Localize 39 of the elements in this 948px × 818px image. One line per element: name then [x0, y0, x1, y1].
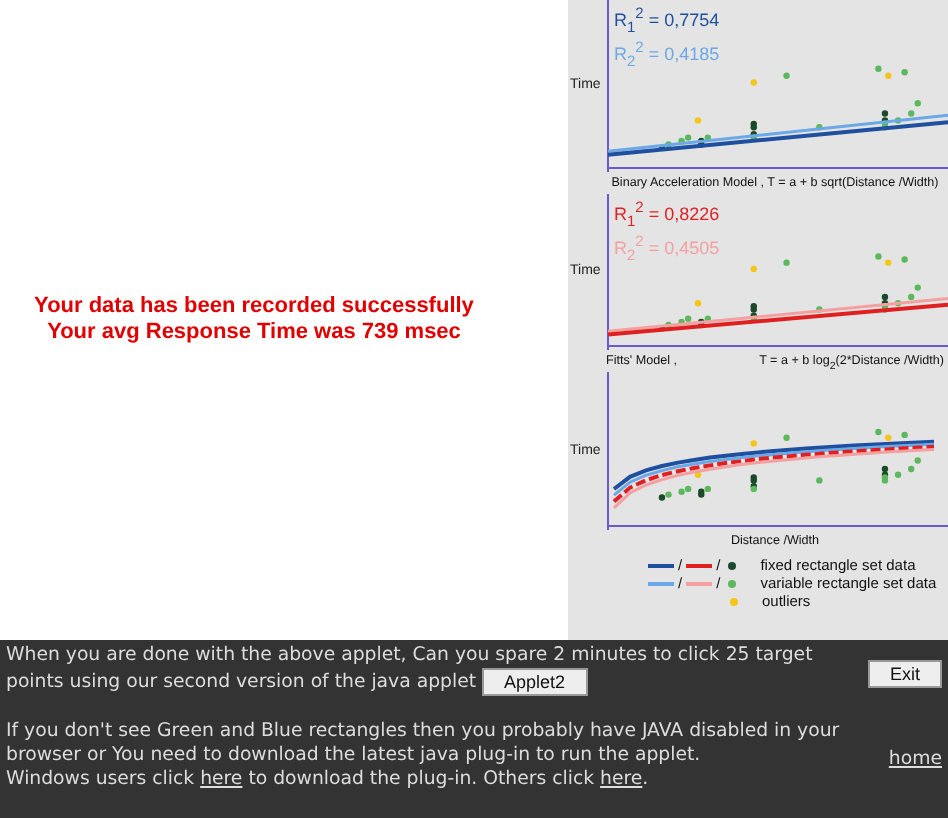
r-squared-label: R$_{2}$$^{2}$ = 0,4185: [614, 37, 720, 72]
exit-button[interactable]: Exit: [867, 660, 942, 688]
home-link[interactable]: home: [888, 748, 942, 772]
download-link[interactable]: here: [600, 768, 643, 790]
data-point: [914, 100, 921, 107]
r-squared-label: R$_{2}$$^{2}$ = 0,4505: [614, 231, 720, 266]
data-point: [894, 117, 902, 124]
data-point: [816, 477, 823, 484]
data-point: [885, 72, 892, 79]
data-point: [885, 259, 892, 266]
data-point: [875, 253, 882, 260]
status-message: Your avg Response Time was 739 msec: [47, 320, 461, 346]
data-point: [894, 471, 902, 478]
data-point: [750, 79, 757, 86]
applet2-button[interactable]: Applet2: [482, 668, 588, 696]
r-squared-label: R$_{1}$$^{2}$ = 0,8226: [614, 198, 720, 232]
data-point: [901, 431, 908, 439]
data-point: [694, 117, 702, 124]
data-point: [816, 124, 823, 131]
data-point: [750, 440, 757, 447]
applet-prompt: When you are done with the above applet, Can you spare 2 minutes to click 25 target points using our second version of the java applet Applet2: [6, 644, 815, 696]
download-link[interactable]: here: [200, 768, 243, 790]
java-notice: If you don't see Green and Blue rectangles then you probably have JAVA disabled in your browser or You need to download the latest java plug-in to run the applet. Windows users click here to download the plug-in. Others click here.: [6, 720, 842, 792]
data-point: [783, 72, 790, 79]
data-point: [694, 471, 702, 478]
data-point: [816, 306, 823, 313]
data-point: [694, 300, 702, 307]
data-point: [901, 69, 908, 76]
data-point: [783, 259, 790, 266]
data-point: [901, 256, 908, 263]
data-point: [908, 110, 915, 117]
data-point: [875, 65, 882, 72]
status-message: Your data has been recorded successfully: [34, 294, 474, 320]
data-point: [783, 434, 790, 441]
data-point: [894, 300, 902, 307]
data-point: [875, 428, 882, 436]
data-point: [750, 265, 757, 273]
data-point: [885, 434, 892, 441]
r-squared-label: R$_{1}$$^{2}$ = 0,7754: [614, 4, 720, 38]
